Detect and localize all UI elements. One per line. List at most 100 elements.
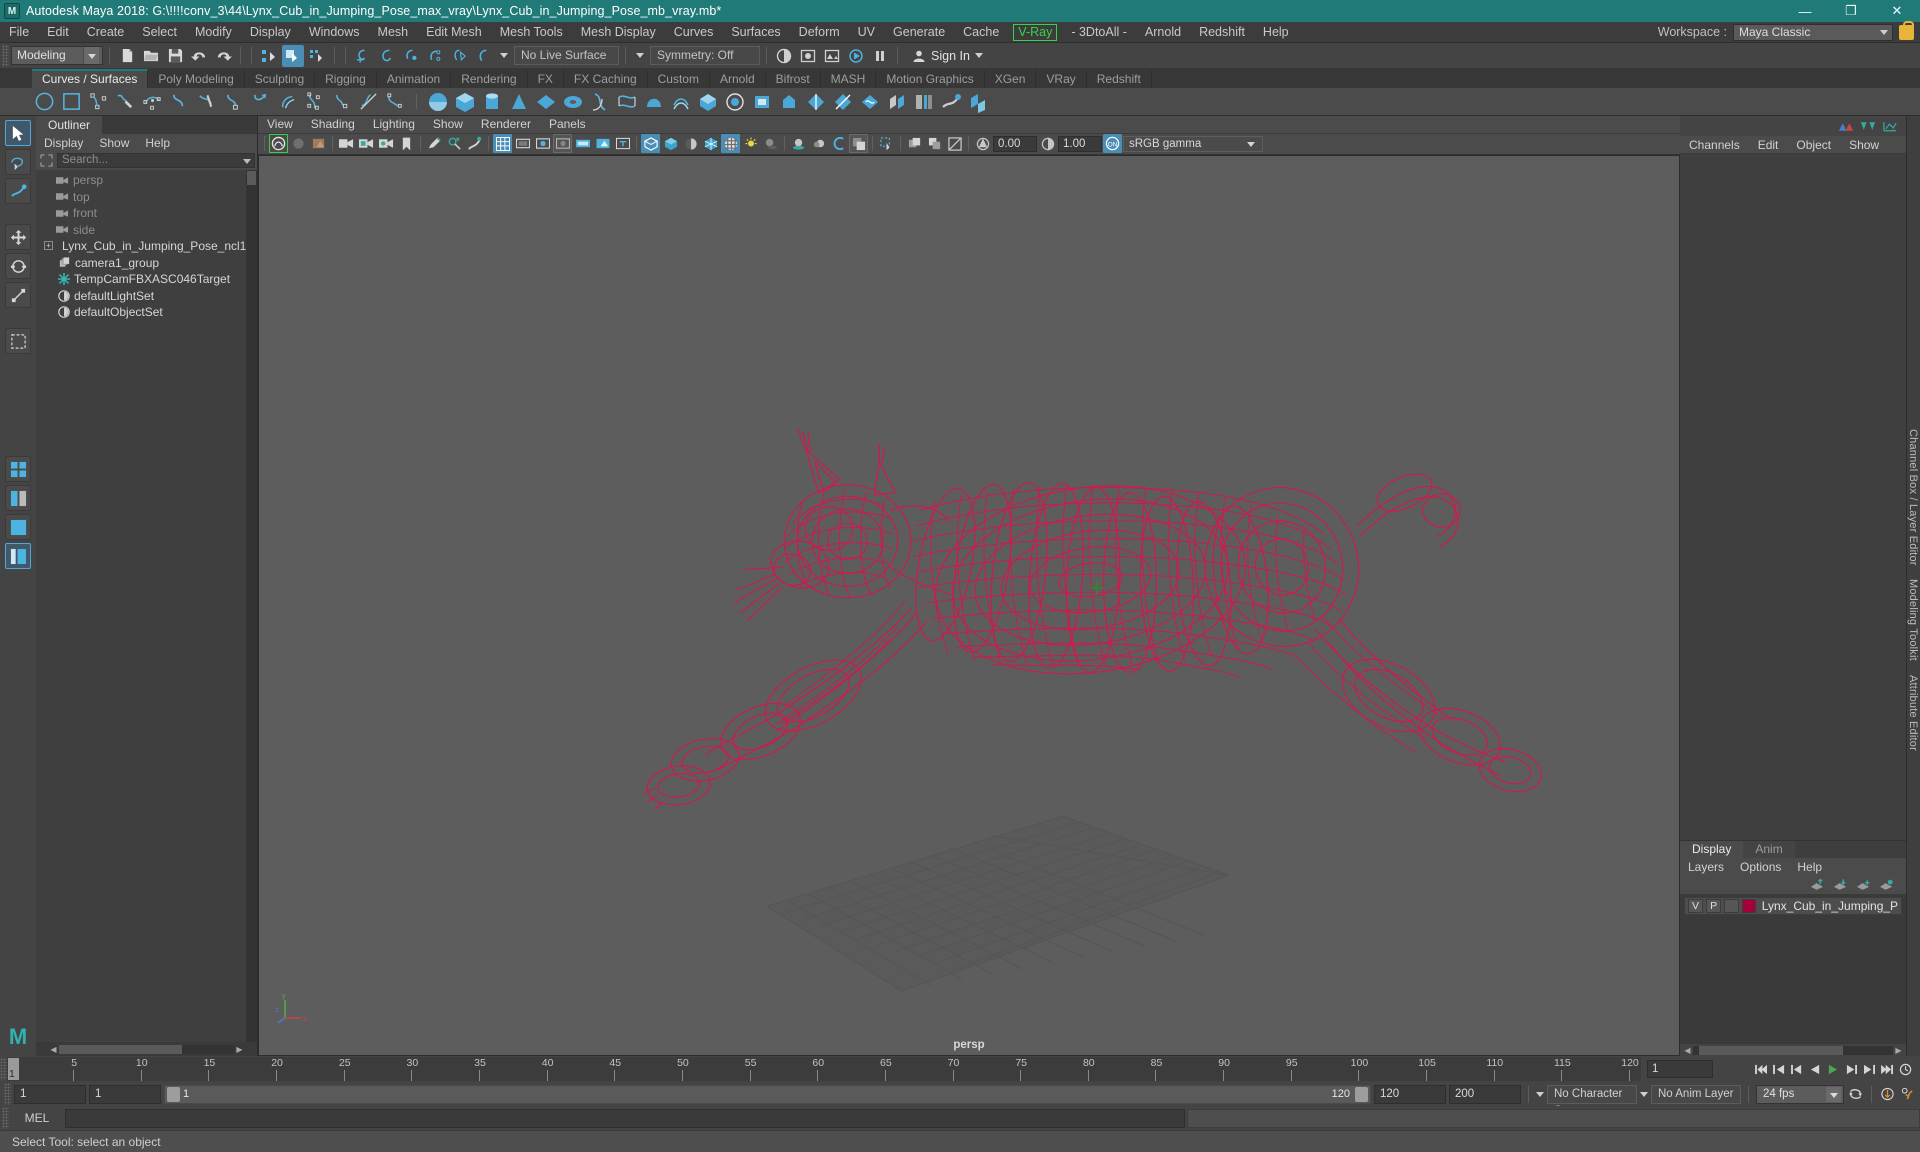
surface-flow-icon[interactable] [966, 90, 990, 114]
maximize-button[interactable]: ❐ [1828, 0, 1874, 22]
scrollbar-thumb[interactable] [247, 171, 256, 185]
menu-arnold[interactable]: Arnold [1136, 22, 1190, 43]
viewport-menu-show[interactable]: Show [424, 117, 472, 131]
rotate-tool-button[interactable] [5, 253, 31, 279]
detach-curves-icon[interactable] [221, 90, 245, 114]
layer-menu-options[interactable]: Options [1732, 860, 1789, 874]
play-forwards-button[interactable] [1825, 1060, 1842, 1078]
command-input[interactable] [65, 1108, 1185, 1128]
quick-layout-two-pane-button[interactable] [5, 485, 31, 511]
move-layer-down-icon[interactable] [1833, 879, 1848, 891]
rebuild-curve-icon[interactable] [302, 90, 326, 114]
use-all-lights-button[interactable] [741, 134, 760, 153]
paint-selection-tool-button[interactable] [5, 178, 31, 204]
symmetry-field[interactable]: Symmetry: Off [650, 46, 760, 65]
ambient-occlusion-button[interactable] [789, 134, 808, 153]
menu-redshift[interactable]: Redshift [1190, 22, 1254, 43]
layer-menu-layers[interactable]: Layers [1680, 860, 1732, 874]
shelf-tab-curves-surfaces[interactable]: Curves / Surfaces [32, 69, 149, 88]
curve-fillet-icon[interactable] [383, 90, 407, 114]
shelf-tab-arnold[interactable]: Arnold [710, 70, 766, 88]
play-blast-button[interactable] [845, 45, 867, 67]
shelf-tab-fx-caching[interactable]: FX Caching [564, 70, 648, 88]
trim-tool-icon[interactable] [831, 90, 855, 114]
right-dock-vertical-tabs[interactable]: Channel Box / Layer Editor Modeling Tool… [1906, 116, 1920, 1056]
quick-layout-single-pane-button[interactable] [5, 514, 31, 540]
outliner-row-side[interactable]: side [36, 222, 257, 239]
outliner-menu-help[interactable]: Help [137, 136, 178, 150]
layer-menu-help[interactable]: Help [1789, 860, 1830, 874]
scrollbar-track[interactable] [1693, 1045, 1893, 1055]
pause-button[interactable] [869, 45, 891, 67]
film-gate-button[interactable] [513, 134, 532, 153]
layer-list[interactable]: V P Lynx_Cub_in_Jumping_Pose [1680, 894, 1906, 1044]
menu-display[interactable]: Display [241, 22, 300, 43]
playback-speed-combo[interactable]: 24 fps [1756, 1084, 1844, 1104]
save-scene-button[interactable] [164, 45, 186, 67]
camera-settings-icon[interactable] [377, 134, 396, 153]
new-scene-button[interactable] [116, 45, 138, 67]
step-forward-button[interactable] [1861, 1060, 1878, 1078]
lock-icon[interactable] [1899, 20, 1914, 40]
revolve-icon[interactable] [588, 90, 612, 114]
move-tool-button[interactable] [5, 224, 31, 250]
ipr-render-button[interactable] [797, 45, 819, 67]
viewport-menu-renderer[interactable]: Renderer [472, 117, 540, 131]
paint-effects-icon[interactable] [465, 134, 484, 153]
vertical-tab-modeling-toolkit[interactable]: Modeling Toolkit [1907, 569, 1919, 661]
texture-display-button[interactable] [593, 134, 612, 153]
channelbox-menu-show[interactable]: Show [1840, 138, 1888, 152]
surface-edit-icon[interactable] [912, 90, 936, 114]
layer-playback-toggle[interactable]: P [1706, 899, 1722, 913]
menu-3dtoall[interactable]: - 3DtoAll - [1062, 22, 1136, 43]
shade-options-button[interactable] [681, 134, 700, 153]
gamma-icon[interactable] [1038, 134, 1057, 153]
shelf-tab-animation[interactable]: Animation [377, 70, 452, 88]
viewport-menu-panels[interactable]: Panels [540, 117, 595, 131]
chevron-down-icon[interactable] [1640, 1091, 1648, 1097]
snap-to-points-button[interactable] [400, 45, 422, 67]
wireframe-shaded-button[interactable] [701, 134, 720, 153]
nurbs-cube-icon[interactable] [453, 90, 477, 114]
shelf-tab-bifrost[interactable]: Bifrost [766, 70, 821, 88]
xray-active-components-button[interactable] [925, 134, 944, 153]
render-settings-button[interactable] [821, 45, 843, 67]
menu-create[interactable]: Create [78, 22, 134, 43]
menu-select[interactable]: Select [133, 22, 186, 43]
camera-attributes-icon[interactable] [337, 134, 356, 153]
menu-generate[interactable]: Generate [884, 22, 954, 43]
outliner-row-camera1-group[interactable]: camera1_group [36, 255, 257, 272]
menu-cache[interactable]: Cache [954, 22, 1008, 43]
menu-mesh-tools[interactable]: Mesh Tools [491, 22, 572, 43]
layer-visibility-toggle[interactable]: V [1688, 899, 1704, 913]
offset-curve-icon[interactable] [275, 90, 299, 114]
new-layer-from-selected-icon[interactable] [1856, 879, 1871, 891]
timeslider-grip[interactable] [0, 1058, 7, 1080]
menu-edit-mesh[interactable]: Edit Mesh [417, 22, 491, 43]
surface-fillet-icon[interactable] [885, 90, 909, 114]
nurbs-sphere-icon[interactable] [426, 90, 450, 114]
shelf-tab-rendering[interactable]: Rendering [451, 70, 528, 88]
move-layer-up-icon[interactable] [1810, 879, 1825, 891]
cv-curve-icon[interactable] [86, 90, 110, 114]
menu-edit[interactable]: Edit [38, 22, 78, 43]
bookmark-sphere-icon[interactable] [289, 134, 308, 153]
nurbs-plane-icon[interactable] [534, 90, 558, 114]
nurbs-torus-icon[interactable] [561, 90, 585, 114]
viewport-menu-view[interactable]: View [258, 117, 302, 131]
layer-horizontal-scrollbar[interactable]: ◀ ▶ [1680, 1044, 1906, 1056]
viewport-canvas[interactable] [259, 155, 1679, 1056]
shelf-tab-mash[interactable]: MASH [821, 70, 877, 88]
menu-uv[interactable]: UV [849, 22, 884, 43]
make-live-button[interactable] [472, 45, 494, 67]
nurbs-cone-icon[interactable] [507, 90, 531, 114]
animation-preferences-gear-button[interactable] [1899, 1085, 1916, 1103]
grease-pencil-icon[interactable] [425, 134, 444, 153]
outliner-vertical-scrollbar[interactable] [246, 170, 257, 1042]
scrollbar-thumb[interactable] [1699, 1045, 1843, 1055]
gate-mask-button[interactable] [553, 134, 572, 154]
nurbs-cylinder-icon[interactable] [480, 90, 504, 114]
shelf-tab-sculpting[interactable]: Sculpting [245, 70, 316, 88]
minimize-button[interactable]: — [1782, 0, 1828, 22]
animation-preferences-button[interactable] [1897, 1060, 1914, 1078]
